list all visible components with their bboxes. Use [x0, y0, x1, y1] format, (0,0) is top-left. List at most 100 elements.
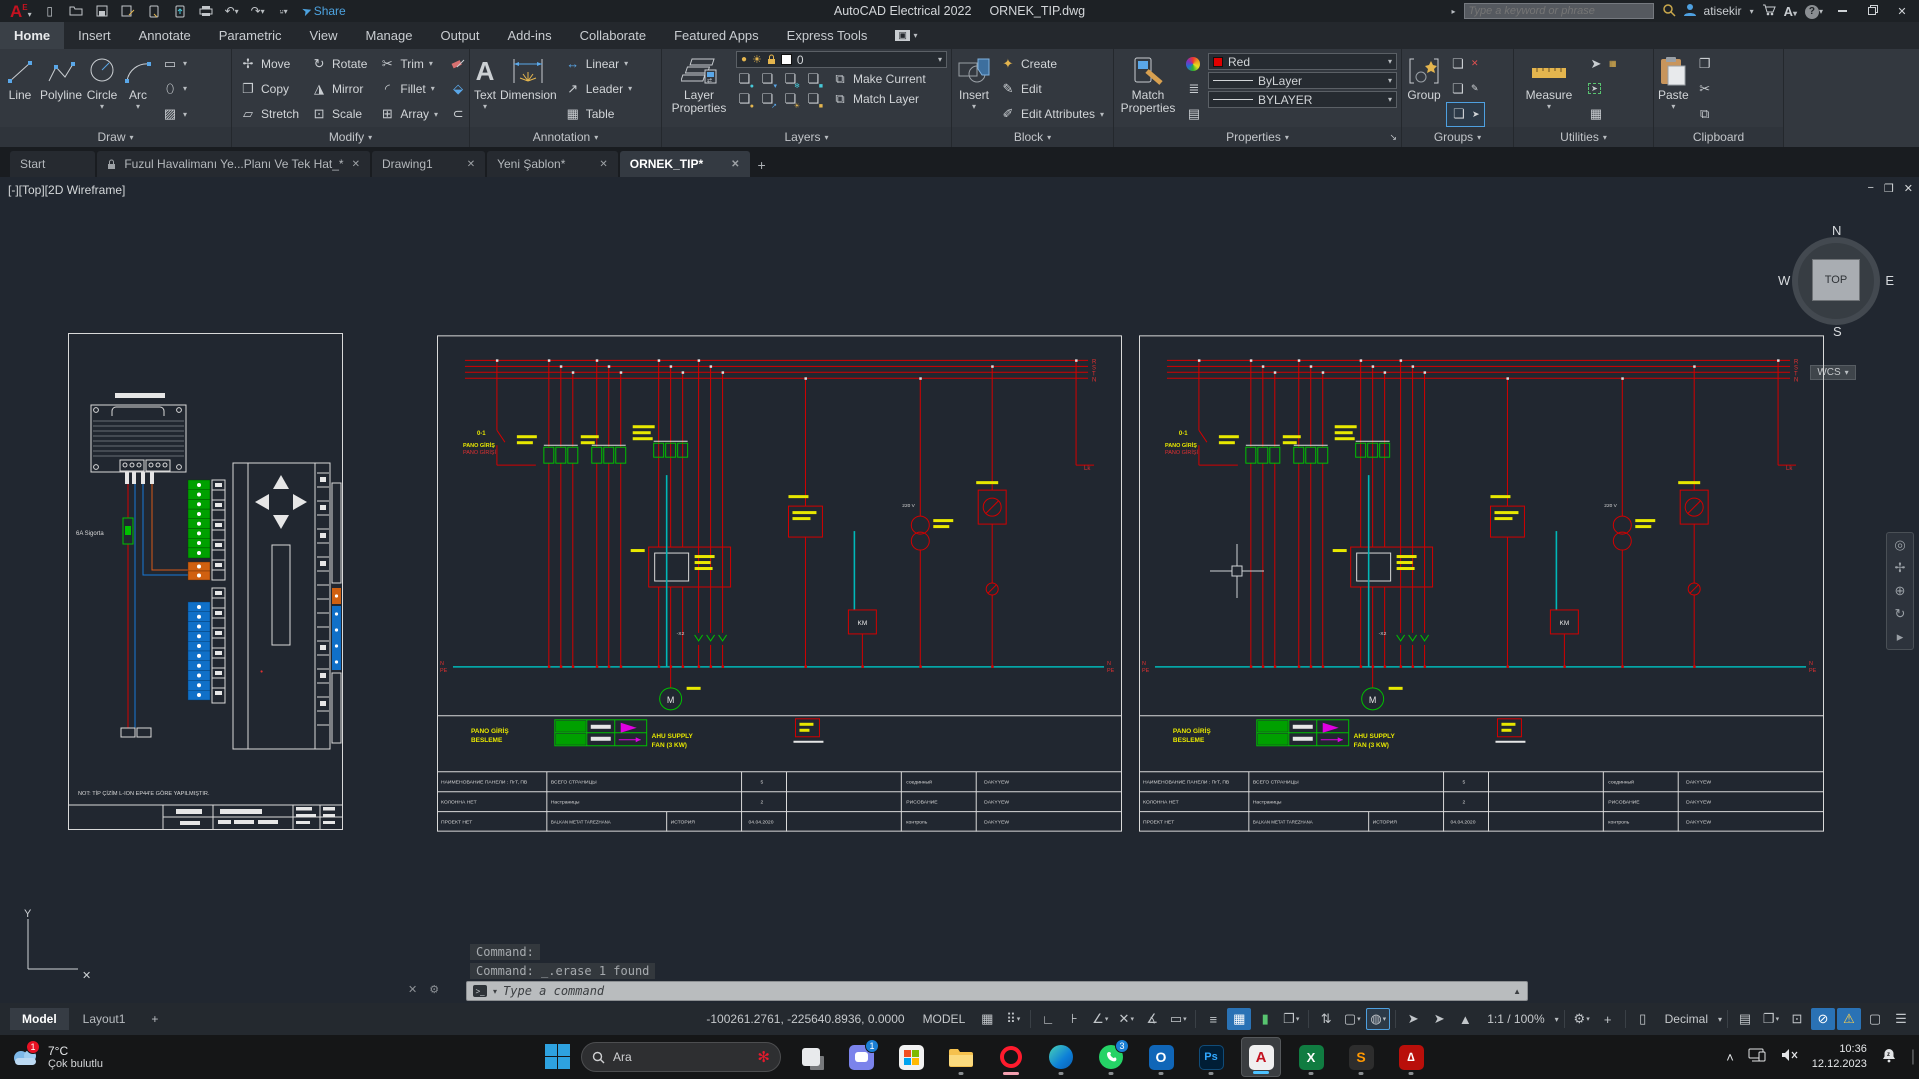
- show-desktop-divider[interactable]: |: [1911, 1048, 1915, 1066]
- edge-icon[interactable]: [1041, 1037, 1081, 1077]
- layer-select-combo[interactable]: ●☀ 0▾: [736, 51, 947, 68]
- command-expand-icon[interactable]: ▲: [1513, 987, 1521, 996]
- rotate-button[interactable]: ↻Rotate: [307, 51, 371, 76]
- tab-parametric[interactable]: Parametric: [205, 22, 296, 49]
- quick-properties-toggle[interactable]: ▤: [1733, 1008, 1757, 1030]
- units-value[interactable]: Decimal: [1657, 1012, 1716, 1026]
- dynamic-input-toggle[interactable]: ⊦: [1062, 1008, 1086, 1030]
- autocad-taskbar-icon[interactable]: A: [1241, 1037, 1281, 1077]
- viewport-restore-icon[interactable]: ❒: [1884, 182, 1894, 195]
- group-selection-toggle[interactable]: ❏➤: [1446, 102, 1485, 127]
- qat-customize-icon[interactable]: ⸚▾: [276, 3, 292, 19]
- copy-button[interactable]: ❐Copy: [236, 76, 303, 101]
- search-icon[interactable]: [1662, 3, 1676, 20]
- orbit-icon[interactable]: ↻: [1895, 606, 1906, 622]
- dynamic-ucs-toggle[interactable]: ⇅: [1314, 1008, 1338, 1030]
- command-input-placeholder[interactable]: Type a command: [503, 984, 604, 998]
- save-icon[interactable]: [94, 3, 110, 19]
- taskbar-search[interactable]: Ara ✻: [581, 1042, 781, 1072]
- close-tab-icon[interactable]: ✕: [467, 159, 475, 170]
- tab-manage[interactable]: Manage: [352, 22, 427, 49]
- polar-tracking-toggle[interactable]: ✕▾: [1114, 1008, 1138, 1030]
- tab-add-ins[interactable]: Add-ins: [494, 22, 566, 49]
- steering-wheel-icon[interactable]: ◎: [1894, 537, 1905, 553]
- move-button[interactable]: ✢Move: [236, 51, 303, 76]
- paste-special-icon[interactable]: ⧉: [1693, 102, 1719, 127]
- lock-ui-toggle[interactable]: ❐▾: [1759, 1008, 1783, 1030]
- photoshop-icon[interactable]: Ps: [1191, 1037, 1231, 1077]
- layer-thaw-icon[interactable]: ❏☀: [782, 90, 799, 108]
- customization-menu[interactable]: ☰: [1889, 1008, 1913, 1030]
- offset-icon[interactable]: ⊂: [446, 102, 470, 127]
- layer-off-icon[interactable]: ❏●: [736, 70, 753, 88]
- acrobat-icon[interactable]: ∆: [1391, 1037, 1431, 1077]
- user-menu-chevron[interactable]: ▾: [1750, 7, 1754, 16]
- ungroup-icon[interactable]: ❏✕: [1446, 51, 1485, 76]
- new-tab-button[interactable]: +: [758, 157, 766, 173]
- excel-icon[interactable]: X: [1291, 1037, 1331, 1077]
- cast-display-icon[interactable]: [1748, 1048, 1766, 1067]
- layer-unlock-icon[interactable]: ❏■: [805, 90, 822, 108]
- help-icon[interactable]: ?▾: [1805, 3, 1823, 19]
- make-current-button[interactable]: ⧉Make Current: [828, 71, 930, 87]
- hatch-tool-icon[interactable]: ▨▾: [158, 102, 192, 127]
- security-warning-icon[interactable]: ⚠: [1837, 1008, 1861, 1030]
- signed-in-user[interactable]: atisekir: [1704, 4, 1742, 18]
- file-tab-ornek-tip[interactable]: ORNEK_TIP*✕: [620, 151, 750, 177]
- workspace-switching[interactable]: ⚙▾: [1570, 1008, 1594, 1030]
- panel-label-draw[interactable]: Draw▾: [0, 127, 231, 147]
- tab-home[interactable]: Home: [0, 22, 64, 49]
- user-icon[interactable]: [1684, 3, 1696, 19]
- line-button[interactable]: Line: [4, 51, 36, 127]
- infer-constraints-toggle[interactable]: ∟: [1036, 1008, 1060, 1030]
- stretch-button[interactable]: ▱Stretch: [236, 102, 303, 127]
- pan-icon[interactable]: ✢: [1895, 560, 1906, 576]
- file-tab-start[interactable]: Start: [10, 151, 95, 177]
- command-close-icon[interactable]: ✕: [408, 983, 417, 996]
- layer-lock-icon[interactable]: ❏■: [805, 70, 822, 88]
- osnap-tracking-toggle[interactable]: ▭▾: [1166, 1008, 1190, 1030]
- tray-chevron-icon[interactable]: ˄: [1726, 1050, 1734, 1065]
- share-button[interactable]: ➤Share: [302, 3, 346, 19]
- undo-button[interactable]: ↶▾: [224, 3, 240, 19]
- linetype-combo[interactable]: BYLAYER▾: [1208, 91, 1397, 108]
- model-tab[interactable]: Model: [10, 1008, 69, 1030]
- table-button[interactable]: ▦Table: [561, 102, 636, 127]
- annotation-scale-icon[interactable]: ▲: [1453, 1008, 1477, 1030]
- gizmo-toggle[interactable]: ◍▾: [1366, 1008, 1390, 1030]
- lineweight-combo[interactable]: ByLayer▾: [1208, 72, 1397, 89]
- panel-label-utilities[interactable]: Utilities▾: [1514, 127, 1653, 147]
- showmotion-icon[interactable]: ▸: [1897, 629, 1904, 645]
- tab-collaborate[interactable]: Collaborate: [566, 22, 661, 49]
- select-similar-icon[interactable]: ➤: [1584, 76, 1621, 101]
- color-combo[interactable]: Red▾: [1208, 53, 1397, 70]
- tab-annotate[interactable]: Annotate: [125, 22, 205, 49]
- array-button[interactable]: ⊞Array▾: [375, 102, 442, 127]
- save-as-icon[interactable]: [120, 3, 136, 19]
- new-layout-button[interactable]: +: [139, 1008, 170, 1030]
- ellipse-tool-icon[interactable]: ⬯▾: [158, 76, 192, 101]
- layer-isolate-icon[interactable]: ❏▾: [759, 70, 776, 88]
- text-button[interactable]: AText▾: [474, 51, 496, 127]
- autoscale-toggle[interactable]: ➤: [1427, 1008, 1451, 1030]
- autodesk-a-icon[interactable]: A▾: [1784, 4, 1797, 19]
- copy-clip-icon[interactable]: ❐: [1693, 51, 1719, 76]
- help-search-input[interactable]: [1464, 3, 1654, 19]
- tab-view[interactable]: View: [296, 22, 352, 49]
- measure-button[interactable]: Measure▾: [1518, 51, 1580, 127]
- cut-clip-icon[interactable]: ✂: [1693, 76, 1719, 101]
- weather-widget[interactable]: 1 7°C Çok bulutlu: [10, 1044, 103, 1070]
- layout1-tab[interactable]: Layout1: [71, 1008, 138, 1030]
- minimize-button[interactable]: [1831, 2, 1853, 20]
- search-expand-icon[interactable]: ▸: [1452, 7, 1456, 16]
- isolate-objects-toggle[interactable]: ⊡: [1785, 1008, 1809, 1030]
- annotation-scale-value[interactable]: 1:1 / 100%: [1479, 1012, 1552, 1026]
- plot-mobile-icon[interactable]: [146, 3, 162, 19]
- panel-label-modify[interactable]: Modify▾: [232, 127, 469, 147]
- tab-insert[interactable]: Insert: [64, 22, 125, 49]
- group-edit-icon[interactable]: ❏✎: [1446, 76, 1485, 101]
- clean-screen-toggle[interactable]: ▢: [1863, 1008, 1887, 1030]
- layer-unisolate-icon[interactable]: ❏●: [736, 90, 753, 108]
- navigation-bar[interactable]: ◎ ✢ ⊕ ↻ ▸: [1886, 532, 1914, 650]
- snap-toggle[interactable]: ⠿▾: [1001, 1008, 1025, 1030]
